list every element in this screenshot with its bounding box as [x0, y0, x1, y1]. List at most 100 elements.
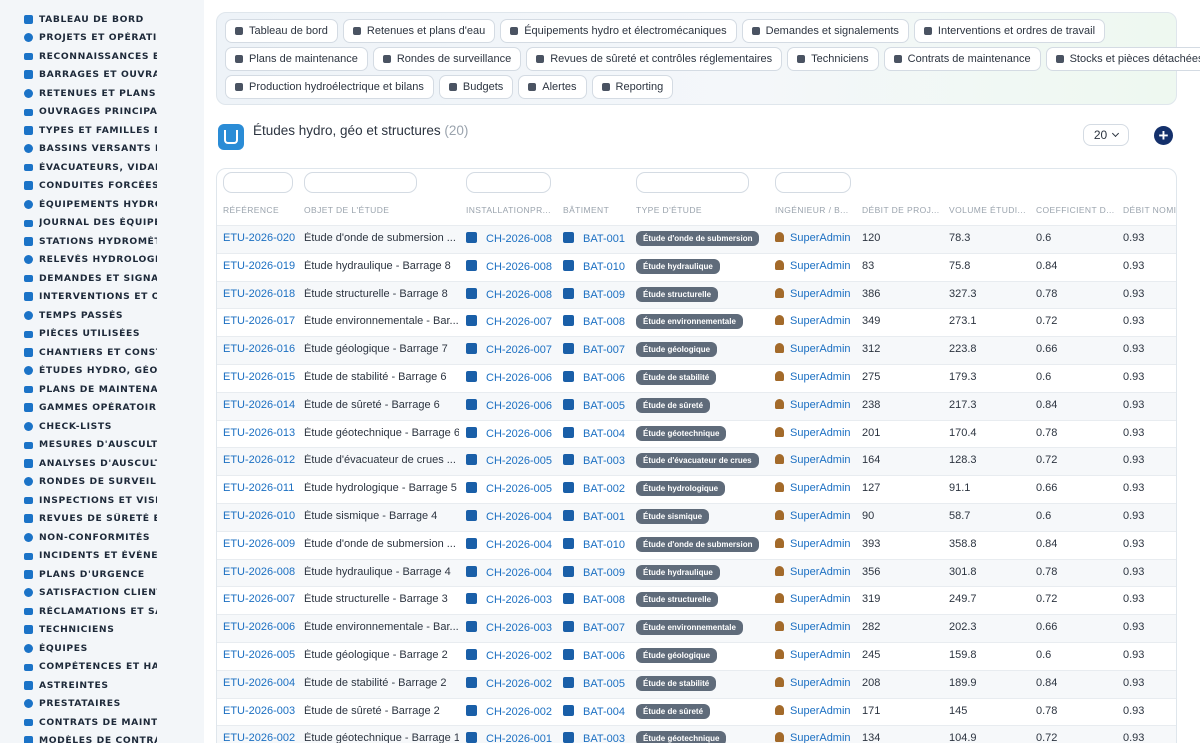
sidebar-item[interactable]: PLANS DE MAINTENANCE: [0, 380, 204, 399]
batiment-link[interactable]: BAT-007: [583, 622, 625, 634]
reference-link[interactable]: ETU-2026-019: [223, 260, 295, 272]
installation-link[interactable]: CH-2026-006: [486, 372, 552, 384]
batiment-link[interactable]: BAT-004: [583, 706, 625, 718]
sidebar-item[interactable]: OUVRAGES PRINCIPAUX: [0, 103, 204, 122]
installation-link[interactable]: CH-2026-004: [486, 511, 552, 523]
batiment-link[interactable]: BAT-001: [583, 511, 625, 523]
batiment-link[interactable]: BAT-009: [583, 289, 625, 301]
installation-link[interactable]: CH-2026-006: [486, 400, 552, 412]
reference-link[interactable]: ETU-2026-010: [223, 510, 295, 522]
batiment-link[interactable]: BAT-007: [583, 344, 625, 356]
sidebar-item[interactable]: CHANTIERS ET CONSTRU: [0, 343, 204, 362]
table-row[interactable]: ETU-2026-010 Étude sismique - Barrage 4 CH…: [217, 502, 1176, 531]
nav-link[interactable]: Tableau de bord: [225, 19, 338, 43]
sidebar-item[interactable]: INCIDENTS ET ÉVÉNEMEN: [0, 547, 204, 566]
table-row[interactable]: ETU-2026-004 Étude de stabilité - Barrage…: [217, 669, 1176, 698]
nav-link[interactable]: Retenues et plans d'eau: [342, 19, 496, 43]
engineer-link[interactable]: SuperAdmin: [790, 538, 851, 550]
installation-link[interactable]: CH-2026-008: [486, 233, 552, 245]
engineer-link[interactable]: SuperAdmin: [790, 343, 851, 355]
filter-installation-input[interactable]: [466, 172, 551, 193]
engineer-link[interactable]: SuperAdmin: [790, 399, 851, 411]
installation-link[interactable]: CH-2026-003: [486, 622, 552, 634]
column-header[interactable]: INGÉNIEUR / B...: [775, 205, 848, 215]
table-row[interactable]: ETU-2026-014 Étude de sûreté - Barrage 6 C…: [217, 391, 1176, 420]
engineer-link[interactable]: SuperAdmin: [790, 232, 851, 244]
batiment-link[interactable]: BAT-005: [583, 400, 625, 412]
add-study-button[interactable]: +: [1154, 126, 1173, 145]
sidebar-item[interactable]: MESURES D'AUSCULTATI: [0, 436, 204, 455]
table-row[interactable]: ETU-2026-008 Étude hydraulique - Barrage …: [217, 558, 1176, 587]
table-row[interactable]: ETU-2026-018 Étude structurelle - Barrage…: [217, 280, 1176, 309]
installation-link[interactable]: CH-2026-007: [486, 344, 552, 356]
batiment-link[interactable]: BAT-006: [583, 650, 625, 662]
filter-reference-input[interactable]: [223, 172, 293, 193]
engineer-link[interactable]: SuperAdmin: [790, 454, 851, 466]
nav-link[interactable]: Reporting: [591, 75, 674, 99]
table-row[interactable]: ETU-2026-006 Étude environnementale - Bar…: [217, 614, 1176, 642]
nav-link[interactable]: Budgets: [438, 75, 514, 99]
batiment-link[interactable]: BAT-010: [583, 539, 625, 551]
filter-ingenieur-input[interactable]: [775, 172, 851, 193]
sidebar-item[interactable]: ASTREINTES: [0, 676, 204, 695]
nav-link[interactable]: Stocks et pièces détachées: [1045, 47, 1200, 71]
reference-link[interactable]: ETU-2026-007: [223, 593, 295, 605]
sidebar-item[interactable]: CONDUITES FORCÉES ET: [0, 177, 204, 196]
batiment-link[interactable]: BAT-002: [583, 483, 625, 495]
batiment-link[interactable]: BAT-008: [583, 594, 625, 606]
column-header[interactable]: RÉFÉRENCE: [223, 205, 279, 215]
sidebar-item[interactable]: RÉCLAMATIONS ET SAV: [0, 602, 204, 621]
engineer-link[interactable]: SuperAdmin: [790, 510, 851, 522]
sidebar-item[interactable]: MODÈLES DE CONTRATS: [0, 732, 204, 743]
column-header[interactable]: VOLUME ÉTUDI...: [949, 205, 1026, 215]
reference-link[interactable]: ETU-2026-013: [223, 427, 295, 439]
reference-link[interactable]: ETU-2026-006: [223, 621, 295, 633]
sidebar-item[interactable]: ÉQUIPES: [0, 639, 204, 658]
sidebar-item[interactable]: GAMMES OPÉRATOIRES: [0, 399, 204, 418]
column-header[interactable]: OBJET DE L'ÉTUDE: [304, 205, 389, 215]
engineer-link[interactable]: SuperAdmin: [790, 260, 851, 272]
reference-link[interactable]: ETU-2026-015: [223, 371, 295, 383]
batiment-link[interactable]: BAT-003: [583, 455, 625, 467]
sidebar-item[interactable]: BASSINS VERSANTS ET A: [0, 140, 204, 159]
sidebar-item[interactable]: BARRAGES ET OUVRAGE: [0, 66, 204, 85]
nav-link[interactable]: Interventions et ordres de travail: [913, 19, 1106, 43]
sidebar-item[interactable]: PIÈCES UTILISÉES: [0, 325, 204, 344]
sidebar-item[interactable]: TYPES ET FAMILLES D'OU: [0, 121, 204, 140]
sidebar-item[interactable]: PRESTATAIRES: [0, 695, 204, 714]
sidebar-item[interactable]: JOURNAL DES ÉQUIPEME: [0, 214, 204, 233]
reference-link[interactable]: ETU-2026-011: [223, 482, 294, 494]
sidebar-item[interactable]: ÉQUIPEMENTS HYDRO ET: [0, 195, 204, 214]
nav-link[interactable]: Plans de maintenance: [225, 47, 368, 71]
sidebar-item[interactable]: COMPÉTENCES ET HABIL: [0, 658, 204, 677]
table-row[interactable]: ETU-2026-002 Étude géotechnique - Barrage…: [217, 725, 1176, 743]
installation-link[interactable]: CH-2026-002: [486, 678, 552, 690]
batiment-link[interactable]: BAT-006: [583, 372, 625, 384]
batiment-link[interactable]: BAT-009: [583, 567, 625, 579]
reference-link[interactable]: ETU-2026-002: [223, 732, 295, 743]
reference-link[interactable]: ETU-2026-009: [223, 538, 295, 550]
installation-link[interactable]: CH-2026-005: [486, 483, 552, 495]
nav-link[interactable]: Techniciens: [787, 47, 879, 71]
installation-link[interactable]: CH-2026-004: [486, 539, 552, 551]
table-row[interactable]: ETU-2026-005 Étude géologique - Barrage 2…: [217, 641, 1176, 670]
installation-link[interactable]: CH-2026-003: [486, 594, 552, 606]
installation-link[interactable]: CH-2026-002: [486, 706, 552, 718]
sidebar-item[interactable]: PROJETS ET OPÉRATION: [0, 29, 204, 48]
page-size-select[interactable]: 20: [1083, 124, 1129, 146]
sidebar-item[interactable]: CONTRATS DE MAINTENA: [0, 713, 204, 732]
installation-link[interactable]: CH-2026-001: [486, 733, 552, 743]
engineer-link[interactable]: SuperAdmin: [790, 705, 851, 717]
table-row[interactable]: ETU-2026-019 Étude hydraulique - Barrage …: [217, 252, 1176, 281]
engineer-link[interactable]: SuperAdmin: [790, 621, 851, 633]
sidebar-item[interactable]: DEMANDES ET SIGNALEM: [0, 269, 204, 288]
batiment-link[interactable]: BAT-010: [583, 261, 625, 273]
table-row[interactable]: ETU-2026-016 Étude géologique - Barrage 7…: [217, 336, 1176, 364]
column-header[interactable]: DÉBIT DE PROJ...: [862, 205, 940, 215]
batiment-link[interactable]: BAT-003: [583, 733, 625, 743]
table-row[interactable]: ETU-2026-017 Étude environnementale - Bar…: [217, 308, 1176, 336]
reference-link[interactable]: ETU-2026-004: [223, 677, 295, 689]
engineer-link[interactable]: SuperAdmin: [790, 732, 851, 743]
sidebar-item[interactable]: NON-CONFORMITÉS: [0, 528, 204, 547]
installation-link[interactable]: CH-2026-005: [486, 455, 552, 467]
